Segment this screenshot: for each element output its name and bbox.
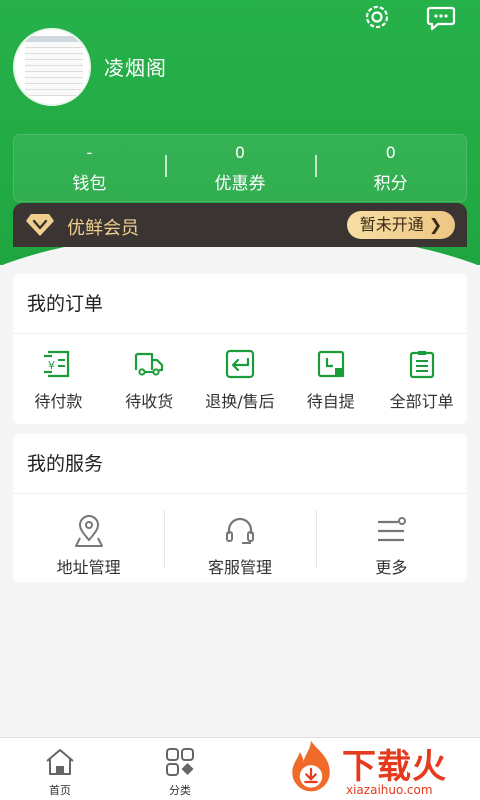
- profile-header: 凌烟阁 - 钱包 0 优惠券 0 积分 优鲜会员 暂未开通 ❯: [0, 0, 480, 265]
- tab-label: 首页: [49, 784, 71, 797]
- stat-label: 积分: [373, 174, 408, 194]
- stat-value: 0: [234, 143, 246, 162]
- watermark-logo: 下载火 xiazaihuo.com: [280, 735, 480, 800]
- delivery-truck-icon: [135, 352, 164, 376]
- location-pin-icon: [74, 515, 103, 547]
- message-icon[interactable]: [426, 2, 456, 32]
- headset-icon: [225, 517, 254, 544]
- service-customer-support[interactable]: 客服管理: [164, 494, 315, 581]
- more-icon: [378, 517, 407, 542]
- home-icon: [46, 749, 74, 775]
- orders-row: ¥ 待付款 待收货 退换/售后 待自提 全部订单: [13, 334, 467, 424]
- stat-value: 0: [385, 143, 396, 162]
- stat-label: 钱包: [72, 174, 107, 194]
- stat-wallet[interactable]: - 钱包: [14, 135, 165, 201]
- settings-gear-icon[interactable]: [362, 2, 392, 32]
- avatar-image: [25, 42, 83, 96]
- services-row: 地址管理 客服管理 更多: [13, 494, 467, 581]
- orders-card: 我的订单 ¥ 待付款 待收货 退换/售后 待自提 全部订单: [13, 274, 467, 424]
- vip-label: 优鲜会员: [67, 218, 139, 239]
- service-item-label: 客服管理: [207, 558, 272, 577]
- service-item-label: 更多: [375, 558, 408, 577]
- tab-label: 分类: [169, 784, 191, 797]
- payment-pending-icon: ¥: [44, 350, 70, 378]
- category-icon: [166, 748, 194, 776]
- diamond-icon: [26, 214, 54, 236]
- tab-home[interactable]: 首页: [0, 738, 120, 800]
- tab-category[interactable]: 分类: [120, 738, 240, 800]
- username[interactable]: 凌烟阁: [104, 52, 167, 81]
- pickup-icon: [317, 350, 344, 378]
- order-item-label: 全部订单: [389, 392, 454, 411]
- avatar[interactable]: [13, 28, 91, 106]
- svg-text:¥: ¥: [48, 359, 55, 372]
- order-returns[interactable]: 退换/售后: [195, 334, 286, 424]
- order-all[interactable]: 全部订单: [376, 334, 467, 424]
- stat-coupons[interactable]: 0 优惠券: [164, 135, 316, 201]
- watermark-text: 下载火: [342, 747, 447, 787]
- flame-logo-icon: [292, 740, 330, 792]
- service-more[interactable]: 更多: [315, 494, 467, 581]
- services-title: 我的服务: [13, 434, 467, 494]
- all-orders-icon: [409, 351, 434, 379]
- services-card: 我的服务 地址管理 客服管理 更多: [13, 434, 467, 582]
- order-item-label: 退换/售后: [205, 392, 275, 411]
- order-pending-receipt[interactable]: 待收货: [104, 334, 195, 424]
- orders-title: 我的订单: [13, 274, 467, 334]
- order-pickup[interactable]: 待自提: [285, 334, 376, 424]
- order-item-label: 待付款: [34, 392, 83, 411]
- order-item-label: 待收货: [125, 392, 174, 411]
- service-address[interactable]: 地址管理: [13, 494, 164, 581]
- stats-panel: - 钱包 0 优惠券 0 积分: [13, 134, 467, 202]
- vip-banner[interactable]: 优鲜会员 暂未开通 ❯: [13, 203, 467, 247]
- watermark-url: xiazaihuo.com: [346, 783, 433, 797]
- stat-label: 优惠券: [214, 174, 266, 194]
- vip-activate-button[interactable]: 暂未开通 ❯: [347, 211, 455, 239]
- stat-points[interactable]: 0 积分: [315, 135, 466, 201]
- stat-value: -: [86, 143, 93, 162]
- service-item-label: 地址管理: [56, 558, 121, 577]
- order-pending-payment[interactable]: ¥ 待付款: [13, 334, 104, 424]
- order-item-label: 待自提: [306, 392, 355, 411]
- return-exchange-icon: [225, 349, 255, 379]
